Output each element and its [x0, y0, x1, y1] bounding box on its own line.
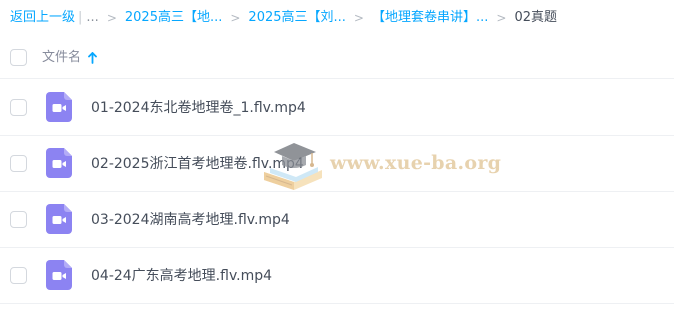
file-row[interactable]: 02-2025浙江首考地理卷.flv.mp4 [0, 136, 674, 192]
video-file-icon [46, 148, 72, 178]
file-row[interactable]: 04-24广东高考地理.flv.mp4 [0, 248, 674, 304]
breadcrumb-item[interactable]: 2025高三【刘... [248, 9, 345, 27]
video-file-icon [46, 92, 72, 122]
file-browser: 返回上一级 | ... > 2025高三【地... > 2025高三【刘... … [0, 0, 674, 310]
breadcrumb-current: 02真题 [514, 10, 557, 25]
select-all-checkbox[interactable] [10, 49, 27, 66]
row-checkbox[interactable] [10, 211, 27, 228]
breadcrumb-item[interactable]: 2025高三【地... [125, 9, 222, 27]
row-checkbox[interactable] [10, 267, 27, 284]
file-row[interactable]: 03-2024湖南高考地理.flv.mp4 [0, 192, 674, 248]
file-name[interactable]: 03-2024湖南高考地理.flv.mp4 [91, 210, 290, 230]
breadcrumb-divider: | [78, 10, 83, 25]
file-row[interactable]: 01-2024东北卷地理卷_1.flv.mp4 [0, 80, 674, 136]
file-name[interactable]: 02-2025浙江首考地理卷.flv.mp4 [91, 154, 304, 174]
breadcrumb-separator-icon: > [353, 11, 364, 25]
row-checkbox[interactable] [10, 99, 27, 116]
back-link[interactable]: 返回上一级 [10, 9, 75, 27]
file-name[interactable]: 04-24广东高考地理.flv.mp4 [91, 266, 272, 286]
sort-ascending-icon [88, 51, 97, 64]
breadcrumb-ellipsis[interactable]: ... [86, 9, 98, 27]
file-name[interactable]: 01-2024东北卷地理卷_1.flv.mp4 [91, 98, 306, 118]
list-header: 文件名 [0, 36, 674, 79]
breadcrumb-item[interactable]: 【地理套卷串讲】... [372, 9, 488, 27]
breadcrumb-separator-icon: > [496, 11, 507, 25]
breadcrumb: 返回上一级 | ... > 2025高三【地... > 2025高三【刘... … [10, 9, 557, 27]
column-title: 文件名 [42, 50, 82, 65]
filename-column-header[interactable]: 文件名 [42, 49, 97, 66]
breadcrumb-separator-icon: > [106, 11, 117, 25]
video-file-icon [46, 204, 72, 234]
row-checkbox[interactable] [10, 155, 27, 172]
video-file-icon [46, 260, 72, 290]
breadcrumb-separator-icon: > [230, 11, 241, 25]
